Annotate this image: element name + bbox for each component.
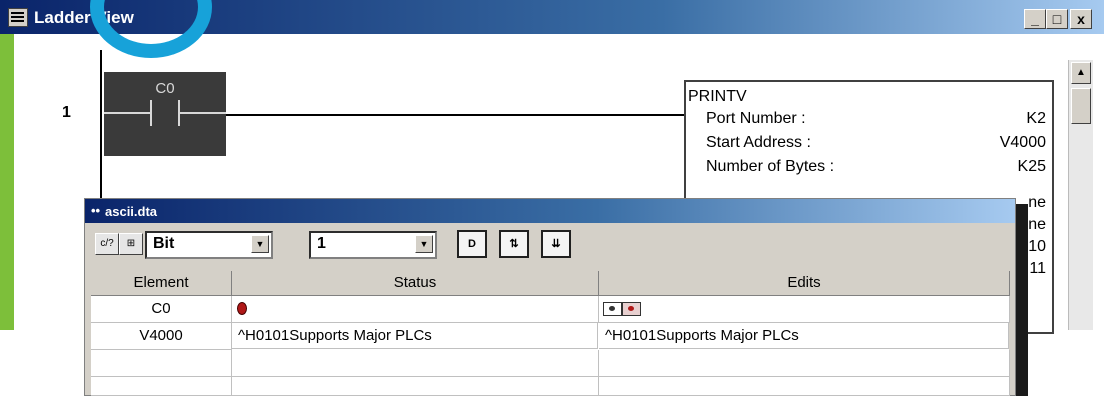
data-table: Element Status Edits C0 V4000 ^H0101Supp… [91, 271, 1010, 396]
app-icon [8, 8, 28, 27]
param-value: K25 [1017, 158, 1046, 175]
left-accent-rail [0, 34, 14, 330]
param-value: ne [1028, 194, 1046, 211]
param-number-of-bytes: Number of Bytes : K25 [706, 158, 1046, 176]
table-cell-status[interactable]: ^H0101Supports Major PLCs [232, 323, 598, 349]
param-value: 11 [1029, 260, 1046, 277]
param-value: K2 [1026, 110, 1046, 127]
instruction-name: PRINTV [688, 88, 747, 105]
rung-wire [226, 114, 684, 116]
contact-label: C0 [155, 80, 175, 97]
display-format-icon[interactable]: ⊞ [119, 233, 143, 255]
window-menu-icon[interactable]: •• [91, 203, 100, 218]
table-cell-edits[interactable] [599, 296, 1010, 323]
param-label: Port Number : [706, 110, 806, 127]
new-page-icon[interactable]: D [457, 230, 487, 258]
table-cell-status[interactable] [232, 377, 599, 396]
param-value: 10 [1028, 238, 1046, 255]
count-select-value: 1 [317, 235, 326, 252]
column-header-edits[interactable]: Edits [599, 271, 1010, 296]
contact-lead-left [104, 112, 150, 114]
maximize-button[interactable]: □ [1046, 9, 1068, 29]
write-all-icon[interactable]: ⇊ [541, 230, 571, 258]
data-view-title: ascii.dta [105, 204, 158, 219]
write-icon[interactable]: ⇅ [499, 230, 529, 258]
toggle-off-icon[interactable] [622, 302, 641, 316]
decorative-circle [90, 0, 212, 58]
data-view-title-bar[interactable]: •• ascii.dta [85, 199, 1015, 223]
param-value: V4000 [999, 134, 1046, 151]
param-start-address: Start Address : V4000 [706, 134, 1046, 152]
status-led-icon [237, 302, 247, 315]
contact-bar-left [150, 100, 152, 126]
format-select[interactable]: Bit ▼ [145, 231, 273, 259]
table-cell-element[interactable]: C0 [91, 296, 232, 323]
table-cell-element[interactable] [91, 377, 232, 396]
edit-toggle-icon[interactable] [603, 302, 641, 316]
scroll-up-icon[interactable]: ▲ [1071, 62, 1091, 84]
toggle-view-icon[interactable]: c/? [95, 233, 119, 255]
data-view-toolbar: c/? ⊞ Bit ▼ 1 ▼ D ⇅ ⇊ [85, 225, 1015, 263]
param-label: Start Address : [706, 134, 811, 151]
table-cell-edits[interactable] [599, 350, 1010, 377]
contact-lead-right [180, 112, 226, 114]
format-select-value: Bit [153, 235, 175, 252]
table-cell-element[interactable] [91, 350, 232, 377]
close-button[interactable]: x [1070, 9, 1092, 29]
count-select[interactable]: 1 ▼ [309, 231, 437, 259]
table-cell-element[interactable]: V4000 [91, 323, 232, 350]
table-cell-status[interactable] [232, 296, 599, 323]
param-port-number: Port Number : K2 [706, 110, 1046, 128]
table-cell-edits[interactable]: ^H0101Supports Major PLCs [599, 323, 1009, 349]
chevron-down-icon[interactable]: ▼ [251, 235, 269, 253]
chevron-down-icon[interactable]: ▼ [415, 235, 433, 253]
vertical-scrollbar[interactable]: ▲ [1068, 60, 1093, 330]
column-header-status[interactable]: Status [232, 271, 599, 296]
param-label: Number of Bytes : [706, 158, 835, 175]
param-value: ne [1028, 216, 1046, 233]
rung-number: 1 [62, 104, 71, 121]
scroll-thumb[interactable] [1071, 88, 1091, 124]
data-view-window: •• ascii.dta c/? ⊞ Bit ▼ 1 ▼ D ⇅ ⇊ Eleme… [84, 198, 1016, 396]
column-header-element[interactable]: Element [91, 271, 232, 296]
table-cell-edits[interactable] [599, 377, 1010, 396]
toggle-on-icon[interactable] [603, 302, 622, 316]
minimize-button[interactable]: _ [1024, 9, 1046, 29]
table-cell-status[interactable] [232, 350, 599, 377]
